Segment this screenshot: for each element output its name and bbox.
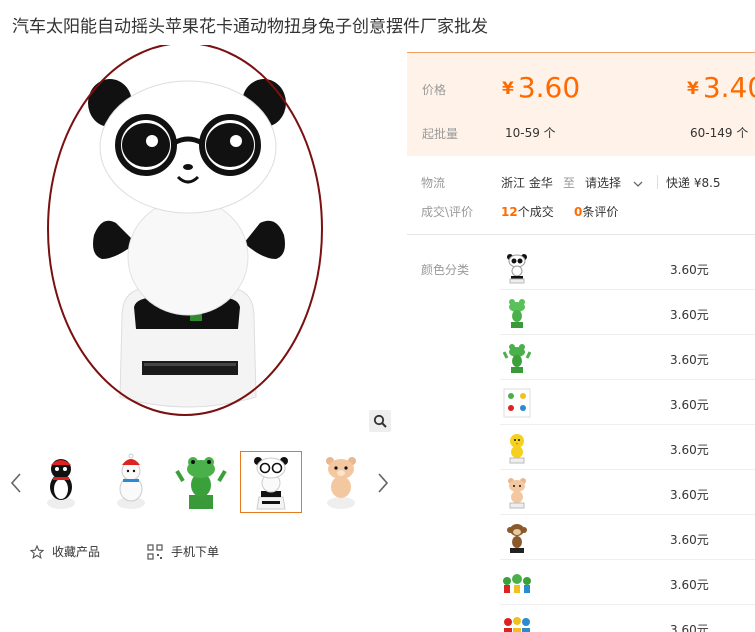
review-count[interactable]: 0条评价 bbox=[574, 203, 618, 220]
sku-price: 3.60元 bbox=[670, 353, 709, 367]
destination-select-value: 请选择 bbox=[585, 176, 622, 190]
sku-thumb-frog-flower bbox=[500, 341, 534, 375]
price-label: 价格 bbox=[422, 83, 447, 97]
sku-price: 3.60元 bbox=[670, 578, 709, 592]
sku-thumb-mixed-set bbox=[500, 386, 534, 420]
sku-row-chick[interactable]: 3.60元 bbox=[500, 425, 755, 470]
shipping-fee: 快递 ¥8.5 bbox=[666, 176, 721, 190]
sku-row-bear[interactable]: 3.60元 bbox=[500, 470, 755, 515]
sku-price: 3.60元 bbox=[670, 533, 709, 547]
deal-count-suffix: 个成交 bbox=[517, 205, 554, 219]
deal-count-number: 12 bbox=[501, 205, 518, 219]
sku-row-frog[interactable]: 3.60元 bbox=[500, 290, 755, 335]
sku-thumb-flower-pots bbox=[500, 566, 534, 600]
color-category-label: 颜色分类 bbox=[421, 263, 470, 277]
thumbnail-snowman[interactable] bbox=[100, 451, 162, 513]
favorite-button[interactable]: 收藏产品 bbox=[30, 543, 100, 560]
price-tier-1: ¥3.60 bbox=[502, 71, 580, 104]
thumbnail-frog[interactable] bbox=[170, 451, 232, 513]
sku-price: 3.60元 bbox=[670, 623, 709, 632]
sku-thumb-monkey bbox=[500, 521, 534, 555]
sku-price: 3.60元 bbox=[670, 398, 709, 412]
thumbnail-panda[interactable] bbox=[240, 451, 302, 513]
section-divider bbox=[407, 234, 755, 235]
deals-label: 成交\评价 bbox=[421, 205, 474, 219]
logistics-label: 物流 bbox=[421, 176, 446, 190]
thumbnail-bear[interactable] bbox=[310, 451, 372, 513]
thumbnail-penguin[interactable] bbox=[30, 451, 92, 513]
shipping-to-text: 至 bbox=[563, 176, 576, 190]
zoom-icon[interactable] bbox=[369, 410, 391, 432]
sku-thumb-frog bbox=[500, 296, 534, 330]
currency-symbol: ¥ bbox=[502, 79, 514, 99]
sku-row-frog-flower[interactable]: 3.60元 bbox=[500, 335, 755, 380]
thumbnail-next-button[interactable] bbox=[375, 470, 391, 496]
deal-count[interactable]: 12个成交 bbox=[501, 203, 554, 220]
mobile-order-button[interactable]: 手机下单 bbox=[147, 543, 219, 560]
price-value: 3.60 bbox=[517, 71, 581, 104]
sku-thumb-bear bbox=[500, 476, 534, 510]
sku-row-mixed-set[interactable]: 3.60元 bbox=[500, 380, 755, 425]
price-tier-2-range: 60-149 个 bbox=[690, 126, 749, 140]
price-tier-2: ¥3.40 bbox=[687, 71, 755, 104]
currency-symbol: ¥ bbox=[687, 79, 699, 99]
sku-price: 3.60元 bbox=[670, 488, 709, 502]
sku-row-monkey[interactable]: 3.60元 bbox=[500, 515, 755, 560]
sku-thumb-panda bbox=[500, 251, 534, 285]
price-panel: 价格 起批量 ¥3.60 10-59 个 ¥3.40 60-149 个 bbox=[407, 52, 755, 156]
price-tier-1-range: 10-59 个 bbox=[505, 126, 556, 140]
logistics-divider bbox=[657, 175, 658, 189]
qr-code-icon bbox=[147, 543, 163, 560]
sku-row-flower-pots[interactable]: 3.60元 bbox=[500, 560, 755, 605]
sku-price: 3.60元 bbox=[670, 263, 709, 277]
sku-thumb-multi-figures bbox=[500, 611, 534, 632]
product-title: 汽车太阳能自动摇头苹果花卡通动物扭身兔子创意摆件厂家批发 bbox=[12, 17, 488, 37]
sku-price: 3.60元 bbox=[670, 443, 709, 457]
destination-select[interactable]: 请选择 bbox=[585, 174, 643, 191]
chevron-down-icon bbox=[633, 177, 643, 191]
sku-row-multi-figures[interactable]: 3.60元 bbox=[500, 605, 755, 632]
star-icon bbox=[30, 544, 44, 559]
favorite-label: 收藏产品 bbox=[52, 545, 101, 559]
review-count-suffix: 条评价 bbox=[582, 205, 619, 219]
moq-label: 起批量 bbox=[422, 127, 459, 141]
thumbnail-prev-button[interactable] bbox=[8, 470, 24, 496]
mobile-order-label: 手机下单 bbox=[171, 545, 220, 559]
main-product-image[interactable] bbox=[40, 42, 350, 425]
sku-row-panda[interactable]: 3.60元 bbox=[500, 245, 755, 290]
sku-thumb-chick bbox=[500, 431, 534, 465]
shipping-origin: 浙江 金华 bbox=[501, 176, 553, 190]
price-value: 3.40 bbox=[702, 71, 755, 104]
sku-price: 3.60元 bbox=[670, 308, 709, 322]
